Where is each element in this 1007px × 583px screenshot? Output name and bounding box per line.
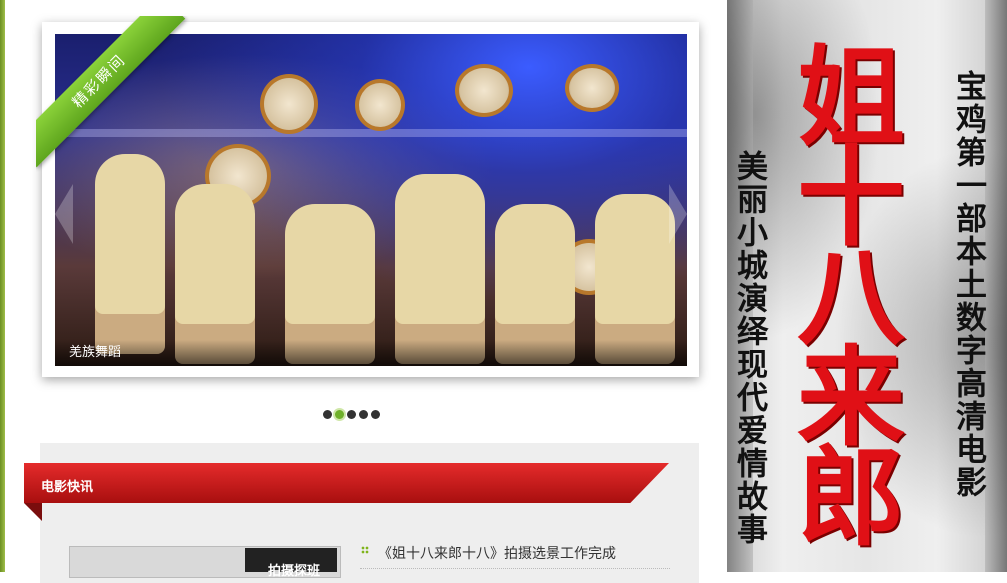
prev-arrow-icon[interactable] xyxy=(55,184,73,244)
drum-graphic xyxy=(455,64,513,117)
highlight-ribbon: 精彩瞬间 xyxy=(36,16,186,168)
slider-dot[interactable] xyxy=(323,410,332,419)
bullet-icon xyxy=(361,546,369,554)
slider-dot[interactable] xyxy=(347,410,356,419)
dancer-graphic xyxy=(595,194,675,364)
dancer-graphic xyxy=(95,154,165,354)
left-border xyxy=(0,0,5,572)
news-header-bar xyxy=(24,463,669,503)
next-arrow-icon[interactable] xyxy=(669,184,687,244)
news-section-title[interactable]: 电影快讯 xyxy=(41,476,93,495)
news-thumbnail-label[interactable]: 拍摄探班 xyxy=(268,560,320,579)
poster-tagline-left: 美丽小城演绎现代爱情故事 xyxy=(731,150,767,546)
movie-poster[interactable]: 美丽小城演绎现代爱情故事 姐十八来郎 宝鸡第一部本土数字高清电影 xyxy=(727,0,1007,572)
dancer-graphic xyxy=(175,184,255,364)
slide-caption: 羌族舞蹈 xyxy=(69,345,122,360)
slider-dot[interactable] xyxy=(359,410,368,419)
drum-graphic xyxy=(355,79,405,131)
slider-pagination xyxy=(323,404,383,419)
slider-dot[interactable] xyxy=(371,410,380,419)
drum-graphic xyxy=(260,74,318,134)
dancer-graphic xyxy=(395,174,485,364)
poster-title: 姐十八来郎 xyxy=(779,40,905,540)
drum-graphic xyxy=(565,64,619,112)
poster-tagline-right: 宝鸡第一部本土数字高清电影 xyxy=(950,70,986,499)
news-link[interactable]: 《姐十八来郎十八》拍摄选景工作完成 xyxy=(378,543,616,563)
slider-dot-active[interactable] xyxy=(335,410,344,419)
